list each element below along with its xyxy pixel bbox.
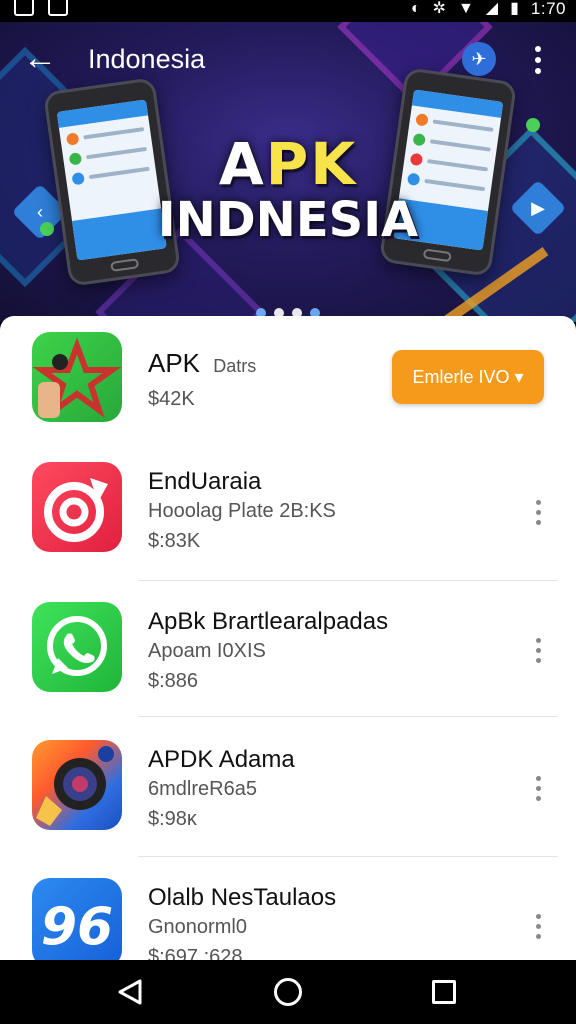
app-icon-camera — [32, 740, 122, 830]
divider — [138, 580, 558, 581]
app-bar: ← Indonesia ✈ — [0, 30, 576, 90]
more-options-icon[interactable] — [528, 490, 548, 534]
nav-recents-icon[interactable] — [432, 980, 456, 1004]
more-options-icon[interactable] — [528, 628, 548, 672]
app-name: ApBk Brartlearalpadas — [148, 608, 389, 635]
app-price: $:83K — [148, 530, 201, 552]
app-subtitle: Gnonorml0 — [148, 916, 247, 938]
featured-name: APK — [148, 348, 201, 378]
list-item[interactable]: EndUaraia Hooolag Plate 2B:KS $:83K — [0, 446, 576, 584]
wifi-icon: ▼ — [457, 0, 474, 17]
app-price: $:697 :628 — [148, 946, 243, 960]
more-options-icon[interactable] — [528, 904, 548, 948]
list-item-featured[interactable]: APK Datrs $42K Emlerle IVO ▾ — [0, 316, 576, 454]
app-name: APK Datrs — [148, 348, 256, 379]
list-item[interactable]: APDK Adama 6mdlreR6a5 $:98ĸ — [0, 724, 576, 862]
clock: 1:70 — [530, 0, 566, 18]
overflow-menu-icon[interactable] — [526, 40, 550, 80]
signal-icon: ◢ — [485, 0, 499, 17]
status-bar: ◐ ✲ ▼ ◢ ▮ 1:70 — [0, 0, 576, 22]
app-icon-star — [32, 332, 122, 422]
banner-title-b: PK — [265, 130, 358, 198]
app-name: EndUaraia — [148, 468, 262, 495]
featured-tag: Datrs — [213, 356, 257, 376]
banner-subtitle: INDNESIA — [157, 192, 419, 248]
app-name: Olalb NesTaulaos — [148, 884, 337, 911]
banner-title-a: A — [218, 130, 266, 198]
divider — [138, 856, 558, 857]
app-subtitle: Apoam I0XIS — [148, 640, 266, 662]
divider — [138, 716, 558, 717]
more-options-icon[interactable] — [528, 766, 548, 810]
banner-title: APK — [0, 130, 576, 198]
app-price: $42K — [148, 388, 195, 410]
nav-back-icon[interactable] — [116, 978, 144, 1006]
system-nav-bar — [0, 960, 576, 1024]
list-item[interactable]: ApBk Brartlearalpadas Apoam I0XIS $:886 — [0, 586, 576, 724]
settings-icon: ✲ — [432, 0, 446, 17]
app-icon-chat — [32, 602, 122, 692]
app-name: APDK Adama — [148, 746, 295, 773]
nav-home-icon[interactable] — [274, 978, 302, 1006]
svg-text:96: 96 — [41, 897, 113, 957]
app-price: $:886 — [148, 670, 199, 692]
app-subtitle: 6mdlreR6a5 — [148, 778, 257, 800]
app-list: APK Datrs $42K Emlerle IVO ▾ EndUaraia H… — [0, 316, 576, 960]
app-icon-target — [32, 462, 122, 552]
page-title: Indonesia — [88, 44, 206, 74]
app-subtitle: Hooolag Plate 2B:KS — [148, 500, 336, 522]
battery-icon: ▮ — [510, 0, 519, 17]
notification-icon-2 — [48, 0, 68, 16]
install-button[interactable]: Emlerle IVO ▾ — [392, 350, 544, 404]
app-price: $:98ĸ — [148, 808, 197, 830]
nfc-icon: ◐ — [410, 0, 421, 17]
list-item[interactable]: 96 Olalb NesTaulaos Gnonorml0 $:697 :628 — [0, 862, 576, 960]
app-icon-logo: 96 — [32, 878, 122, 960]
notification-icon — [14, 0, 34, 16]
app-badge-icon[interactable]: ✈ — [462, 42, 496, 76]
back-arrow-icon[interactable]: ← — [20, 40, 60, 80]
